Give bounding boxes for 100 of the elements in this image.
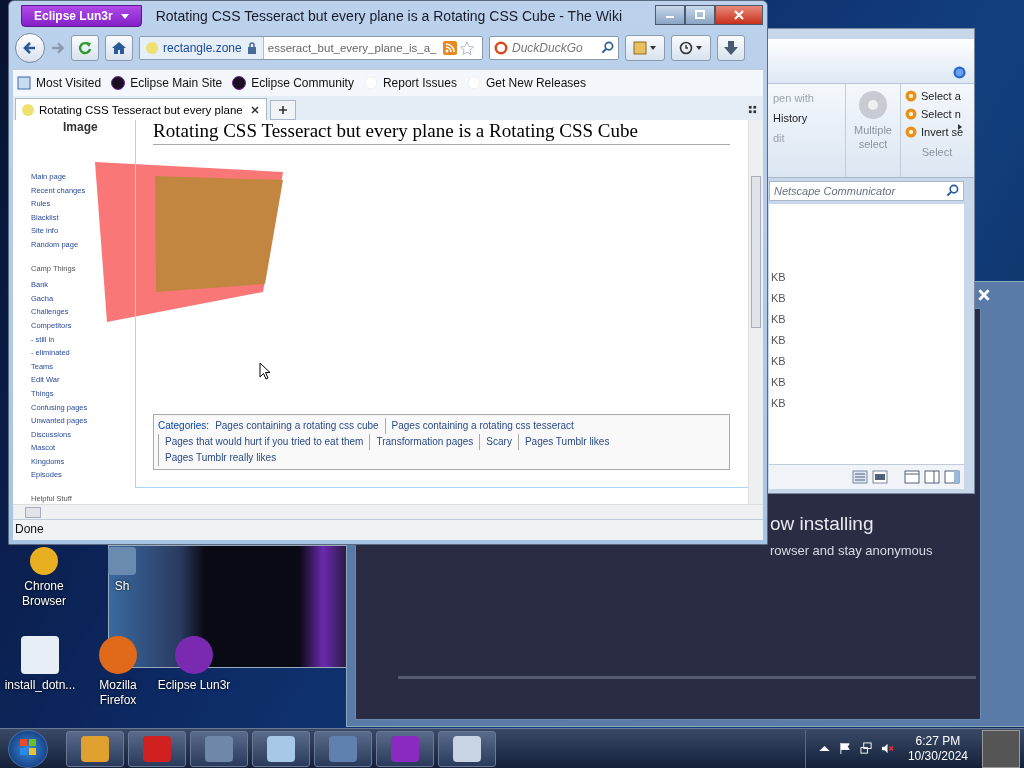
bookmark-item[interactable]: Eclipse Main Site	[111, 76, 223, 90]
desktop-icon-label[interactable]: Eclipse Lun3r	[157, 678, 231, 693]
category-link[interactable]: Pages Tumblr really likes	[158, 450, 283, 466]
window-title: Rotating CSS Tesseract but every plane is a Rotating CSS Cube - The Wiki	[155, 8, 624, 24]
category-link[interactable]: Pages Tumblr likes	[517, 434, 616, 450]
status-text: Done	[15, 522, 44, 536]
select-command[interactable]: Invert se	[905, 126, 969, 138]
taskbar-button[interactable]	[252, 730, 310, 767]
file-size: KB	[771, 333, 786, 347]
installer-heading: ow installing	[770, 513, 875, 535]
browser-tab[interactable]: Rotating CSS Tesseract but every plane	[15, 98, 267, 120]
star-icon[interactable]	[460, 41, 474, 55]
bookmark-item[interactable]: Get New Releases	[466, 76, 586, 90]
ring-dot-icon	[905, 108, 917, 120]
details-pane-icon[interactable]	[944, 470, 960, 484]
taskbar-button[interactable]	[66, 730, 124, 767]
close-button[interactable]	[715, 5, 763, 25]
page-heading: Rotating CSS Tesseract but every plane is a Rotating CSS Cube	[153, 120, 730, 145]
clock-time[interactable]: 6:27 PM	[915, 733, 961, 749]
close-icon	[733, 10, 745, 20]
wiki-logo[interactable]: Image	[63, 120, 98, 134]
speaker-muted-icon[interactable]	[880, 742, 894, 755]
desktop-shortcut-icon[interactable]	[30, 547, 58, 575]
ribbon-command[interactable]: History	[773, 112, 808, 124]
category-link[interactable]: Scary	[479, 434, 518, 450]
desktop-shortcut-icon[interactable]	[99, 636, 137, 674]
program-icon	[267, 735, 295, 762]
bookmark-item[interactable]: Report Issues	[363, 76, 457, 90]
program-icon	[81, 735, 109, 762]
flag-icon[interactable]	[838, 742, 852, 755]
dark-circle-icon	[232, 76, 247, 90]
select-command[interactable]: Select n	[905, 108, 969, 120]
folder-icon	[17, 76, 31, 90]
bookmarks-button[interactable]	[625, 35, 665, 61]
program-icon	[453, 735, 481, 762]
file-size: KB	[771, 375, 786, 389]
clock-date[interactable]: 10/30/2024	[907, 748, 968, 764]
history-button[interactable]	[671, 35, 711, 61]
search-engine-icon[interactable]	[494, 41, 508, 55]
scroll-right-icon[interactable]	[958, 124, 962, 130]
minimize-button[interactable]	[655, 5, 685, 25]
preview-pane-icon[interactable]	[924, 470, 940, 484]
bookmark-item[interactable]: Eclipse Community	[232, 76, 354, 90]
maximize-button[interactable]	[685, 5, 715, 25]
ring-dot-icon	[905, 90, 917, 102]
program-icon	[205, 735, 233, 762]
layout-pane-icon[interactable]	[904, 470, 920, 484]
page-favicon	[22, 103, 34, 116]
desktop-icon-label[interactable]: install_dotn...	[4, 678, 76, 693]
search-icon[interactable]	[946, 184, 959, 197]
address-bar[interactable]: rectangle.zone esseract_but_every_plane_is_a_	[139, 36, 483, 60]
program-icon	[143, 735, 171, 762]
start-button[interactable]	[8, 729, 48, 768]
windows-logo-icon	[18, 737, 38, 757]
file-size: KB	[771, 312, 786, 326]
app-menu-button[interactable]: Eclipse Lun3r	[21, 5, 142, 27]
taskbar-button[interactable]	[438, 730, 496, 767]
lock-icon	[246, 42, 257, 54]
tab-close-icon[interactable]	[250, 104, 260, 115]
file-size: KB	[771, 270, 786, 284]
dark-circle-icon	[111, 76, 126, 90]
home-button[interactable]	[105, 35, 133, 61]
download-button[interactable]	[717, 35, 745, 61]
category-link[interactable]: Transformation pages	[369, 434, 480, 450]
back-arrow-icon	[22, 40, 38, 56]
home-icon	[111, 40, 127, 56]
vertical-scrollbar[interactable]	[748, 120, 763, 504]
search-icon[interactable]	[601, 41, 614, 54]
network-icon[interactable]	[859, 742, 873, 755]
desktop-icon-label[interactable]: Sh	[114, 579, 130, 594]
thumbnails-view-icon[interactable]	[872, 470, 888, 484]
back-button[interactable]	[15, 33, 45, 63]
desktop-icon-label[interactable]: Chrone Browser	[6, 579, 82, 609]
taskbar-button[interactable]	[190, 730, 248, 767]
scrollbar-thumb[interactable]	[25, 507, 41, 518]
category-link[interactable]: Pages containing a rotating css cube	[215, 418, 385, 434]
plus-icon	[278, 105, 288, 115]
bookmarks-icon	[633, 41, 657, 55]
tab-list-icon[interactable]	[748, 105, 757, 114]
file-size: KB	[771, 291, 786, 305]
new-tab-button[interactable]	[270, 100, 296, 120]
rss-icon[interactable]	[443, 41, 457, 55]
close-icon[interactable]	[977, 288, 991, 302]
horizontal-scrollbar[interactable]	[13, 504, 763, 519]
categories-label[interactable]: Categories:	[158, 418, 210, 434]
help-icon[interactable]	[953, 66, 966, 79]
clock-icon	[679, 41, 703, 55]
scrollbar-thumb[interactable]	[751, 176, 761, 328]
installer-subtitle: rowser and stay anonymous	[770, 543, 934, 558]
search-field[interactable]: Netscape Communicator	[769, 181, 964, 201]
category-link[interactable]: Pages containing a rotating css tesseract	[384, 418, 580, 434]
select-command[interactable]: Select a	[905, 90, 969, 102]
desktop-icon-label[interactable]: Mozilla Firefox	[80, 678, 156, 708]
reload-icon	[77, 40, 93, 56]
reload-button[interactable]	[71, 35, 99, 61]
category-link[interactable]: Pages that would hurt if you tried to eat them	[158, 434, 370, 450]
search-field[interactable]: DuckDuckGo	[489, 36, 619, 60]
mouse-pointer-icon	[259, 362, 271, 380]
ring-dot-icon	[905, 126, 917, 138]
bookmark-item[interactable]: Most Visited	[17, 76, 102, 90]
